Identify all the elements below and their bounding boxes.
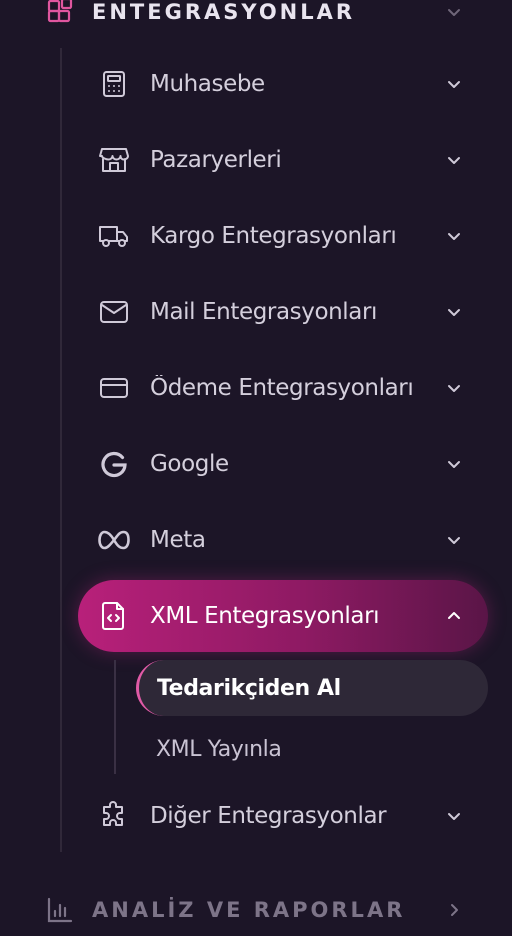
puzzle-icon: [94, 796, 134, 836]
mail-icon: [94, 292, 134, 332]
meta-icon: [94, 520, 134, 560]
menu-item-label: Muhasebe: [150, 71, 265, 97]
truck-icon: [94, 216, 134, 256]
menu-item-label: XML Entegrasyonları: [150, 603, 380, 629]
submenu-tree-line: [114, 660, 116, 774]
menu-item-kargo[interactable]: Kargo Entegrasyonları: [78, 200, 488, 272]
blocks-icon: [44, 0, 76, 28]
section-header-analytics[interactable]: ANALİZ VE RAPORLAR: [0, 888, 512, 932]
calculator-icon: [94, 64, 134, 104]
menu-item-muhasebe[interactable]: Muhasebe: [78, 48, 488, 120]
chevron-down-icon: [440, 298, 468, 326]
menu-item-label: Google: [150, 451, 229, 477]
chevron-down-icon: [440, 802, 468, 830]
store-icon: [94, 140, 134, 180]
menu-item-mail[interactable]: Mail Entegrasyonları: [78, 276, 488, 348]
submenu-item-tedarikciden-al[interactable]: Tedarikçiden Al: [136, 660, 488, 716]
file-code-icon: [94, 596, 134, 636]
menu-item-diger[interactable]: Diğer Entegrasyonlar: [78, 780, 488, 852]
credit-card-icon: [94, 368, 134, 408]
chevron-down-icon: [440, 526, 468, 554]
menu-item-label: Diğer Entegrasyonlar: [150, 803, 387, 829]
chevron-right-icon: [440, 896, 468, 924]
menu-item-label: Mail Entegrasyonları: [150, 299, 378, 325]
menu-item-google[interactable]: Google: [78, 428, 488, 500]
google-icon: [94, 444, 134, 484]
section-label-integrations: ENTEGRASYONLAR: [92, 0, 356, 24]
tree-line: [60, 48, 62, 852]
menu-item-xml[interactable]: XML Entegrasyonları: [78, 580, 488, 652]
submenu-item-label: Tedarikçiden Al: [157, 675, 341, 701]
chevron-up-icon: [440, 602, 468, 630]
menu-item-odeme[interactable]: Ödeme Entegrasyonları: [78, 352, 488, 424]
menu-item-label: Pazaryerleri: [150, 147, 282, 173]
section-header-integrations[interactable]: ENTEGRASYONLAR: [0, 0, 512, 34]
menu-item-meta[interactable]: Meta: [78, 504, 488, 576]
chevron-down-icon: [440, 222, 468, 250]
submenu-item-xml-yayinla[interactable]: XML Yayınla: [136, 721, 488, 777]
menu-item-label: Ödeme Entegrasyonları: [150, 375, 414, 401]
chevron-down-icon: [440, 374, 468, 402]
chevron-down-icon: [440, 146, 468, 174]
bar-chart-icon: [44, 894, 76, 926]
menu-item-pazaryerleri[interactable]: Pazaryerleri: [78, 124, 488, 196]
menu-item-label: Kargo Entegrasyonları: [150, 223, 397, 249]
chevron-down-icon: [440, 0, 468, 26]
submenu-item-label: XML Yayınla: [156, 736, 282, 762]
chevron-down-icon: [440, 70, 468, 98]
chevron-down-icon: [440, 450, 468, 478]
menu-item-label: Meta: [150, 527, 206, 553]
section-label-analytics: ANALİZ VE RAPORLAR: [92, 898, 406, 922]
sidebar: ENTEGRASYONLAR Muhasebe Pazaryerleri Kar…: [0, 0, 512, 936]
